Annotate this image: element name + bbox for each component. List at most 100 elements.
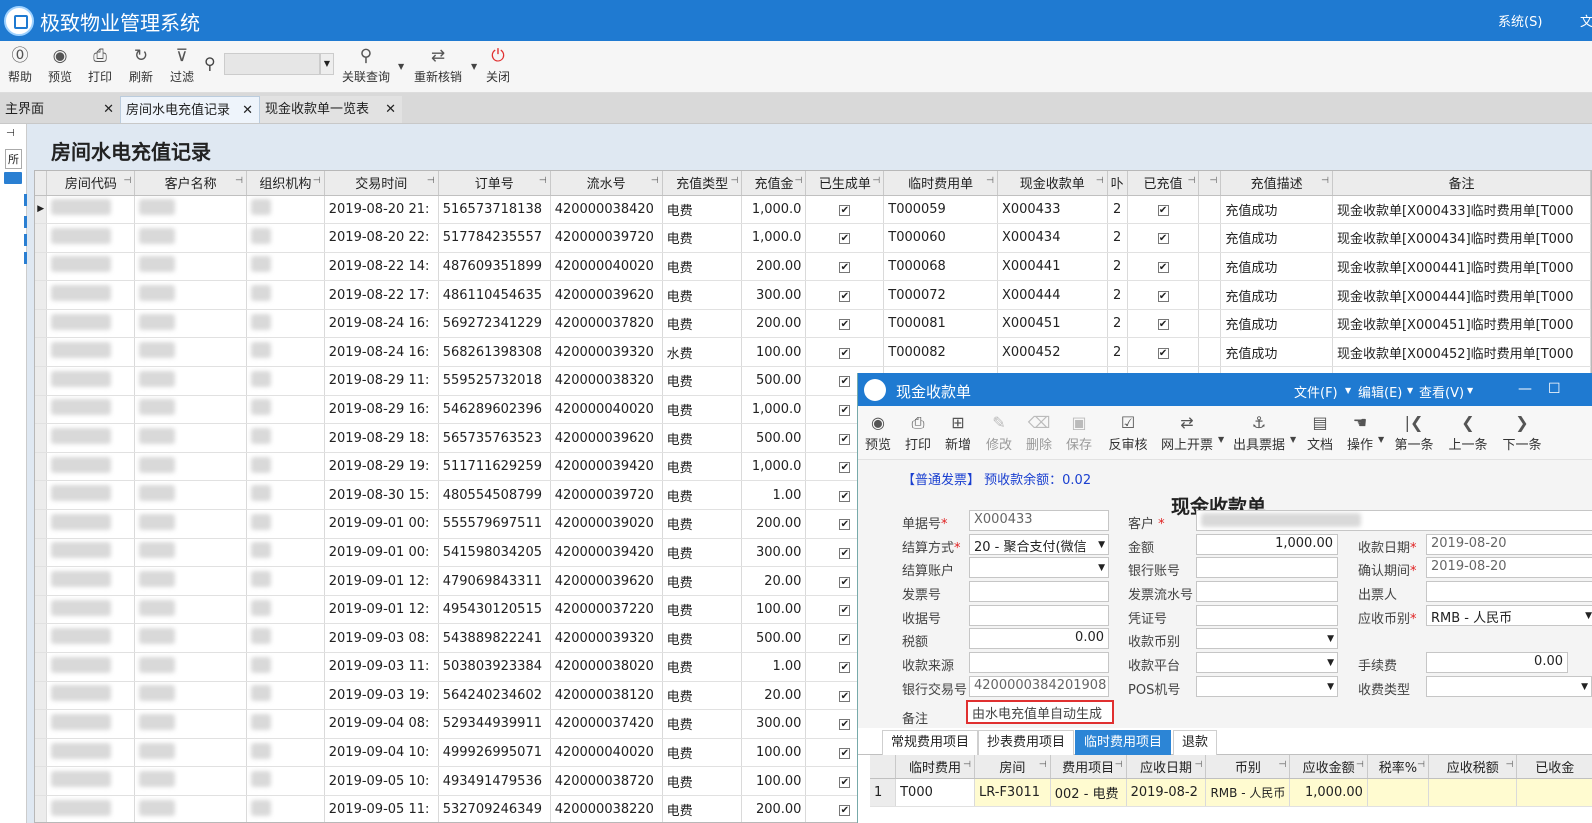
amount-cell[interactable]: 200.00	[741, 795, 807, 822]
currency-cell[interactable]: RMB - 人民币	[1205, 778, 1291, 807]
column-header[interactable]: 已生成单 ⊣	[805, 171, 885, 196]
order-cell[interactable]: 493491479536	[438, 766, 551, 796]
room-code-cell[interactable]	[46, 509, 136, 539]
maximize-button[interactable]: ☐	[1548, 381, 1561, 397]
org-cell[interactable]	[246, 766, 325, 796]
bank-account-field[interactable]	[1196, 557, 1338, 578]
room-code-cell[interactable]	[46, 395, 136, 425]
cash-receipt-cell[interactable]: X000434	[997, 223, 1108, 253]
pin-icon[interactable]: ⊣	[1279, 760, 1287, 770]
room-code-cell[interactable]	[46, 366, 136, 396]
amount-cell[interactable]: 300.00	[741, 538, 807, 568]
remark-cell[interactable]: 现金收款单[X000444]临时费用单[T000	[1332, 280, 1591, 310]
invoice-type-link[interactable]: 【普通发票】 预收款余额：0.02	[902, 469, 1091, 488]
generated-cell[interactable]: ✔	[805, 280, 885, 310]
type-cell[interactable]: 电费	[662, 681, 743, 711]
time-cell[interactable]: 2019-09-01 00:	[324, 538, 439, 568]
dock-label[interactable]: 所	[5, 149, 22, 169]
next-record-button[interactable]: ❯ 下一条	[1501, 412, 1543, 453]
type-cell[interactable]: 电费	[662, 652, 743, 682]
column-header[interactable]: 费用项目 ⊣	[1050, 755, 1127, 779]
checkbox[interactable]: ✔	[839, 748, 851, 760]
type-cell[interactable]: 电费	[662, 366, 743, 396]
count-cell[interactable]: 2	[1107, 223, 1128, 253]
close-button[interactable]: ⏻ 关闭	[484, 45, 512, 85]
type-cell[interactable]: 电费	[662, 252, 743, 282]
fee-item-cell[interactable]: 002 - 电费	[1050, 778, 1127, 807]
customer-cell[interactable]	[134, 195, 247, 225]
checkbox[interactable]: ✔	[839, 605, 851, 617]
type-cell[interactable]: 电费	[662, 395, 743, 425]
type-cell[interactable]: 电费	[662, 709, 743, 739]
time-cell[interactable]: 2019-09-03 19:	[324, 681, 439, 711]
table-row[interactable]: ▶ 2019-08-20 21: 516573718138 420000038420 电…	[35, 195, 1591, 225]
minimize-button[interactable]: —	[1518, 381, 1532, 397]
checkbox[interactable]: ✔	[839, 719, 851, 731]
time-cell[interactable]: 2019-08-22 14:	[324, 252, 439, 282]
invoice-serial-field[interactable]	[1196, 581, 1338, 602]
temp-fee-cell[interactable]: T000059	[883, 195, 998, 225]
type-cell[interactable]: 电费	[662, 538, 743, 568]
customer-cell[interactable]	[134, 738, 247, 768]
customer-cell[interactable]	[134, 280, 247, 310]
paid-cell[interactable]: ✔	[1127, 337, 1200, 368]
remark-cell[interactable]: 现金收款单[X000441]临时费用单[T000	[1332, 252, 1591, 282]
save-button[interactable]: ▣ 保存	[1065, 412, 1093, 453]
customer-cell[interactable]	[134, 509, 247, 539]
customer-field[interactable]	[1196, 510, 1592, 531]
order-cell[interactable]: 511711629259	[438, 452, 551, 482]
checkbox[interactable]: ✔	[839, 662, 851, 674]
checkbox[interactable]: ✔	[1157, 347, 1169, 359]
column-header[interactable]: 充值金 ⊣	[741, 171, 807, 196]
amount-cell[interactable]: 1,000.00	[1289, 778, 1368, 807]
cash-receipt-cell[interactable]: X000444	[997, 280, 1108, 310]
menu-view[interactable]: 查看(V)	[1419, 382, 1464, 401]
amount-cell[interactable]: 100.00	[741, 766, 807, 796]
order-cell[interactable]: 565735763523	[438, 423, 551, 453]
time-cell[interactable]: 2019-09-01 12:	[324, 566, 439, 596]
customer-cell[interactable]	[134, 423, 247, 453]
pin-icon[interactable]: ⊣	[1096, 176, 1104, 186]
time-cell[interactable]: 2019-09-01 12:	[324, 595, 439, 625]
tab-temp-fees[interactable]: 临时费用项目	[1075, 730, 1172, 755]
amount-cell[interactable]: 200.00	[741, 309, 807, 339]
table-row[interactable]: 2019-08-22 14: 487609351899 420000040020 电费…	[35, 252, 1591, 282]
paid-cell[interactable]: ✔	[1127, 309, 1200, 339]
tab-recharge-records[interactable]: 房间水电充值记录 ✕	[120, 96, 260, 123]
tab-meter-fees[interactable]: 抄表费用项目	[978, 730, 1075, 755]
org-cell[interactable]	[246, 395, 325, 425]
time-cell[interactable]: 2019-08-29 19:	[324, 452, 439, 482]
column-header[interactable]: 已充值 ⊣	[1127, 171, 1200, 196]
order-cell[interactable]: 559525732018	[438, 366, 551, 396]
checkbox[interactable]: ✔	[1157, 204, 1169, 216]
fee-field[interactable]: 0.00	[1426, 652, 1568, 673]
serial-cell[interactable]: 420000038120	[550, 681, 663, 711]
pin-icon[interactable]: ⊣	[235, 176, 243, 186]
customer-cell[interactable]	[134, 309, 247, 339]
checkbox[interactable]: ✔	[839, 805, 851, 817]
room-code-cell[interactable]	[46, 480, 136, 511]
due-date-cell[interactable]: 2019-08-2	[1126, 778, 1207, 807]
order-cell[interactable]: 495430120515	[438, 595, 551, 625]
room-code-cell[interactable]	[46, 309, 136, 339]
org-cell[interactable]	[246, 223, 325, 253]
room-code-cell[interactable]	[46, 452, 136, 482]
print-button[interactable]: ⎙ 打印	[86, 45, 114, 85]
pin-icon[interactable]: ⊣	[731, 176, 739, 186]
checkbox[interactable]: ✔	[1157, 290, 1169, 302]
column-header[interactable]: 临时费用单 ⊣	[883, 171, 998, 196]
org-cell[interactable]	[246, 280, 325, 310]
table-row[interactable]: 2019-08-22 17: 486110454635 420000039620 电费…	[35, 280, 1591, 310]
tab-home[interactable]: 主界面 ✕	[0, 96, 120, 123]
count-cell[interactable]: 2	[1107, 280, 1128, 310]
order-cell[interactable]: 569272341229	[438, 309, 551, 339]
folder-icon[interactable]	[4, 172, 22, 184]
order-cell[interactable]: 543889822241	[438, 623, 551, 653]
fee-item-row[interactable]: 1 T000 LR-F3011 002 - 电费 2019-08-2 RMB -…	[870, 778, 1592, 807]
type-cell[interactable]: 电费	[662, 595, 743, 625]
time-cell[interactable]: 2019-09-04 10:	[324, 738, 439, 768]
org-cell[interactable]	[246, 795, 325, 822]
serial-cell[interactable]: 420000040020	[550, 395, 663, 425]
room-code-cell[interactable]	[46, 195, 136, 225]
close-icon[interactable]: ✕	[385, 96, 396, 123]
